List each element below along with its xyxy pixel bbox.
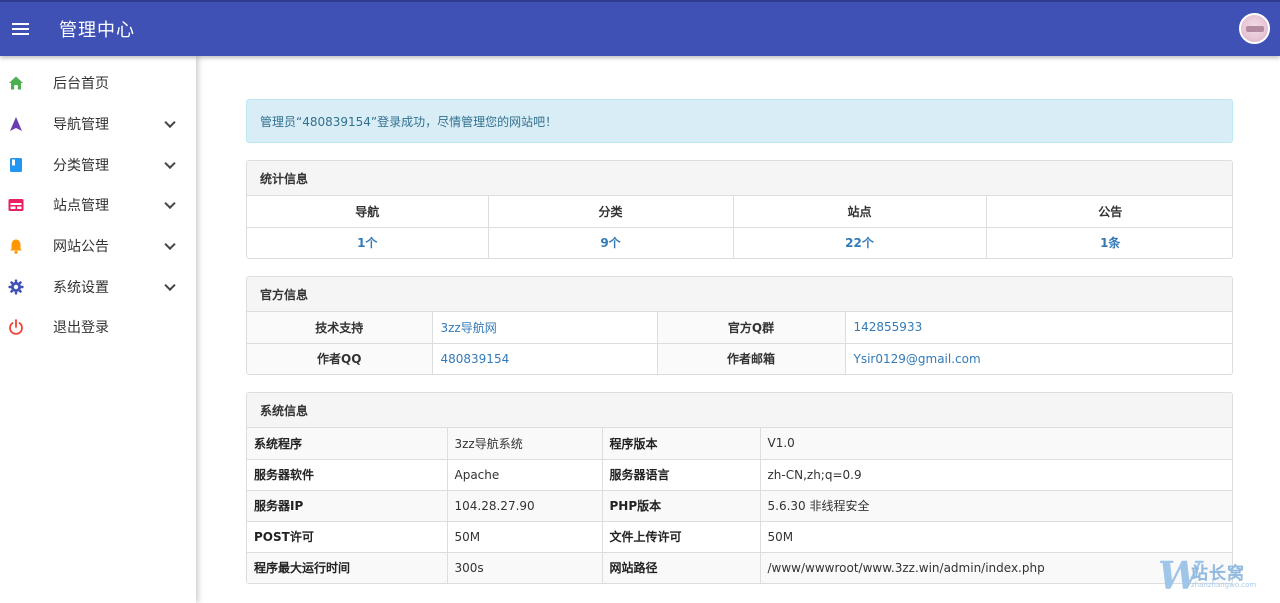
bell-icon: [10, 239, 22, 254]
navigation-icon: [10, 117, 22, 132]
system-key: 系统程序: [247, 428, 447, 459]
system-key: 程序最大运行时间: [247, 551, 447, 583]
table-row: POST许可 50M 文件上传许可 50M: [247, 520, 1232, 552]
sidebar-item-settings[interactable]: 系统设置: [0, 266, 196, 307]
menu-toggle-button[interactable]: [0, 9, 40, 49]
sidebar-item-announcements[interactable]: 网站公告: [0, 226, 196, 267]
table-row: 系统程序 3zz导航系统 程序版本 V1.0: [247, 428, 1232, 459]
system-panel-title: 系统信息: [247, 393, 1232, 428]
system-key: 服务器语言: [601, 458, 760, 490]
system-value: 50M: [446, 520, 602, 552]
power-icon: [9, 319, 23, 336]
official-panel-title: 官方信息: [247, 277, 1232, 312]
app-title: 管理中心: [59, 20, 135, 41]
system-info-table: 系统程序 3zz导航系统 程序版本 V1.0 服务器软件 Apache 服务器语…: [247, 428, 1232, 583]
watermark-subtext: zhanzhangwo.com: [1191, 581, 1257, 589]
stats-header-site: 站点: [732, 196, 986, 227]
chevron-down-icon: [164, 157, 176, 169]
stats-value-site: 22个: [732, 226, 986, 258]
sidebar-item-sites[interactable]: 站点管理: [0, 185, 196, 226]
stats-panel-title: 统计信息: [247, 161, 1232, 196]
sidebar-item-label: 系统设置: [53, 279, 109, 296]
sidebar-item-navigation[interactable]: 导航管理: [0, 104, 196, 145]
chevron-down-icon: [164, 279, 176, 291]
system-value: 3zz导航系统: [446, 428, 602, 459]
table-row: 程序最大运行时间 300s 网站路径 /www/wwwroot/www.3zz.…: [247, 551, 1232, 583]
system-value: Apache: [446, 458, 602, 490]
official-key: 官方Q群: [656, 312, 845, 343]
system-value: V1.0: [759, 428, 1232, 459]
stats-header-nav: 导航: [355, 204, 380, 219]
system-key: 网站路径: [601, 551, 760, 583]
table-row: 服务器IP 104.28.27.90 PHP版本 5.6.30 非线程安全: [247, 489, 1232, 521]
book-icon: [10, 157, 22, 172]
system-key: 文件上传许可: [601, 520, 760, 552]
sidebar-item-label: 网站公告: [53, 239, 109, 256]
stats-value-nav: 1个: [247, 226, 488, 258]
system-value: zh-CN,zh;q=0.9: [759, 458, 1232, 490]
official-key: 作者邮箱: [656, 342, 845, 374]
avatar[interactable]: [1239, 13, 1270, 44]
hamburger-icon: [11, 22, 29, 36]
table-row: 1个 9个 22个 1条: [247, 226, 1232, 258]
system-key: 程序版本: [601, 428, 760, 459]
tech-support-link[interactable]: 3zz导航网: [431, 312, 657, 343]
table-row: 导航 分类 站点 公告: [247, 196, 1232, 227]
top-app-bar: 管理中心: [0, 0, 1280, 56]
official-key: 作者QQ: [247, 342, 432, 374]
stats-table: 导航 分类 站点 公告 1个 9个 22个 1条: [247, 196, 1232, 258]
chevron-down-icon: [164, 198, 176, 210]
sidebar-item-categories[interactable]: 分类管理: [0, 144, 196, 185]
sidebar-item-label: 站点管理: [53, 198, 109, 215]
system-info-panel: 系统信息 系统程序 3zz导航系统 程序版本 V1.0 服务器软件 Apache…: [246, 392, 1233, 584]
official-key: 技术支持: [247, 312, 432, 343]
login-success-alert: 管理员“480839154”登录成功，尽情管理您的网站吧！: [246, 99, 1233, 143]
official-info-panel: 官方信息 技术支持 3zz导航网 官方Q群 142855933 作者QQ 480…: [246, 276, 1233, 375]
stats-value-category: 9个: [487, 226, 733, 258]
author-email-link[interactable]: Ysir0129@gmail.com: [844, 342, 1232, 374]
system-value: 50M: [759, 520, 1232, 552]
system-key: POST许可: [247, 520, 447, 552]
system-key: PHP版本: [601, 489, 760, 521]
stats-value-notice: 1条: [985, 226, 1232, 258]
system-value: 300s: [446, 551, 602, 583]
sidebar-item-logout[interactable]: 退出登录: [0, 307, 196, 348]
sidebar-item-label: 导航管理: [53, 117, 109, 134]
chevron-down-icon: [164, 238, 176, 251]
web-icon: [8, 199, 24, 212]
main-content: 管理员“480839154”登录成功，尽情管理您的网站吧！ 统计信息 导航 分类…: [196, 56, 1280, 603]
table-row: 技术支持 3zz导航网 官方Q群 142855933: [247, 312, 1232, 343]
sidebar: 后台首页 导航管理 分类管理 站点管理 网站公告 系统设置 退出登录: [0, 56, 196, 603]
official-info-table: 技术支持 3zz导航网 官方Q群 142855933 作者QQ 48083915…: [247, 312, 1232, 374]
gear-icon: [8, 279, 24, 295]
stats-header-notice: 公告: [985, 196, 1232, 227]
stats-panel: 统计信息 导航 分类 站点 公告 1个 9个 22个 1条: [246, 160, 1233, 259]
sidebar-item-label: 退出登录: [53, 320, 109, 337]
system-key: 服务器IP: [247, 489, 447, 521]
system-value: 104.28.27.90: [446, 489, 602, 521]
sidebar-item-label: 分类管理: [53, 157, 109, 174]
system-key: 服务器软件: [247, 458, 447, 490]
system-value: 5.6.30 非线程安全: [759, 489, 1232, 521]
stats-header-category: 分类: [487, 196, 733, 227]
chevron-down-icon: [164, 116, 176, 129]
table-row: 服务器软件 Apache 服务器语言 zh-CN,zh;q=0.9: [247, 458, 1232, 490]
site-watermark: W 站长窝 zhanzhangwo.com: [1158, 553, 1268, 598]
sidebar-item-label: 后台首页: [53, 76, 109, 93]
avatar-image-icon: [1245, 25, 1264, 32]
qq-group-link[interactable]: 142855933: [844, 312, 1232, 343]
home-icon: [9, 76, 23, 90]
sidebar-item-dashboard[interactable]: 后台首页: [0, 63, 196, 104]
table-row: 作者QQ 480839154 作者邮箱 Ysir0129@gmail.com: [247, 342, 1232, 374]
author-qq-link[interactable]: 480839154: [431, 342, 657, 374]
